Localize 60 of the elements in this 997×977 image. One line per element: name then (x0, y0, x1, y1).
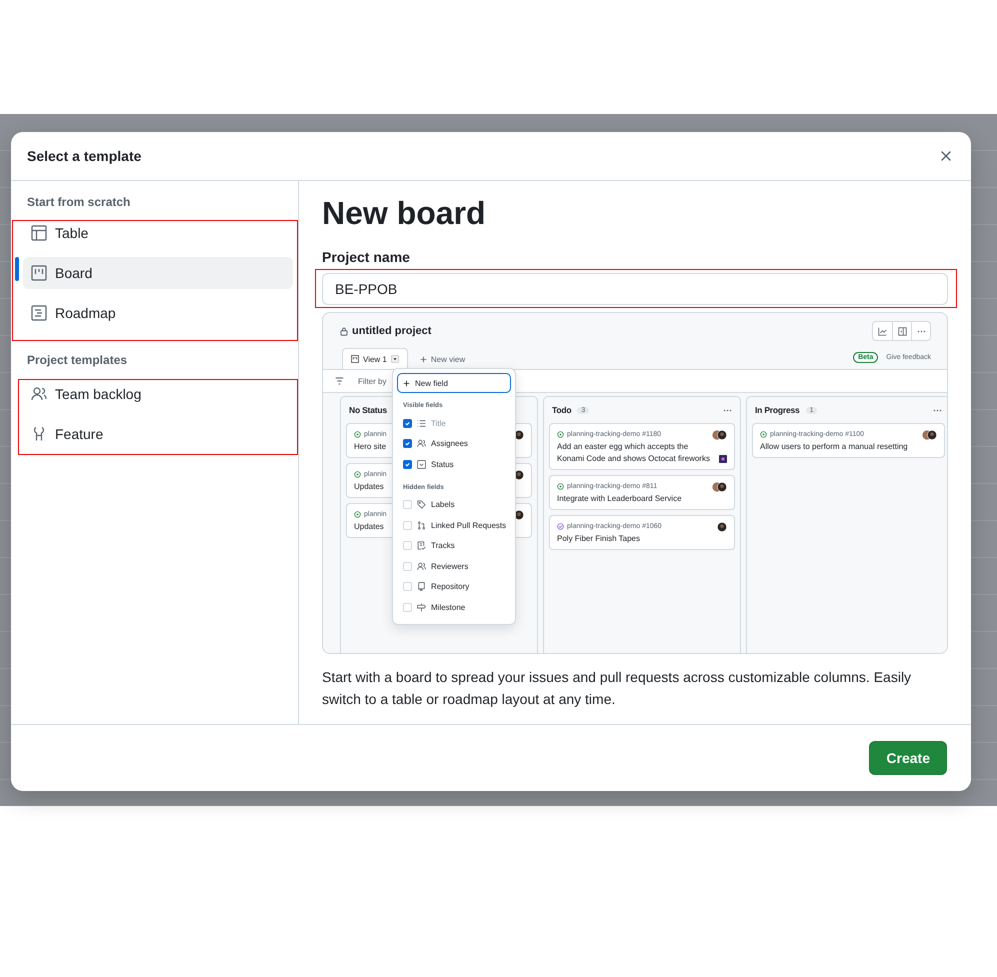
section-heading: Start from scratch (26, 195, 132, 211)
sidebar-item[interactable]: Roadmap (23, 297, 293, 329)
lock-icon (340, 326, 348, 336)
field-option[interactable]: Status (431, 460, 454, 469)
issue-title: Updates (354, 521, 384, 533)
pull-request-icon (417, 520, 426, 530)
list-icon (417, 418, 426, 428)
new-view-button[interactable]: New view (416, 349, 470, 369)
table-icon (31, 225, 47, 241)
field-option[interactable]: Assignees (431, 439, 468, 448)
create-button[interactable]: Create (869, 741, 947, 775)
field-option[interactable]: Reviewers (431, 562, 468, 571)
selection-indicator (15, 257, 19, 281)
issue-title: Add an easter egg which accepts the Konami Code and shows Octocat fireworks (557, 441, 711, 465)
project-title: untitled project (352, 325, 432, 337)
people-icon (417, 562, 426, 571)
wrench-icon (31, 426, 47, 442)
field-option[interactable]: Repository (431, 582, 470, 592)
field-option[interactable]: Tracks (431, 541, 455, 550)
view-tab[interactable]: View 1 (342, 348, 408, 369)
board-icon (351, 355, 359, 363)
issue-title: Poly Fiber Finish Tapes (557, 533, 640, 545)
column-title: In Progress (755, 405, 800, 415)
template-description: Start with a board to spread your issues and pull requests across customizable columns. Easily switch to a table or roadmap layout at any time. (322, 668, 912, 709)
filter-icon (335, 377, 344, 385)
plus-icon (403, 380, 410, 386)
column-title: Todo (552, 405, 572, 415)
people-icon (417, 439, 426, 448)
column-title: No Status (349, 405, 387, 415)
tag-icon (417, 500, 426, 510)
field-label: Project name (322, 248, 411, 266)
project-name-field[interactable]: BE-PPOB (322, 273, 948, 305)
section-heading: Project templates (26, 353, 128, 369)
roadmap-icon (31, 305, 47, 321)
sidebar-item[interactable]: Table (23, 217, 293, 249)
new-field-field[interactable]: New field (397, 373, 511, 393)
field-option[interactable]: Labels (431, 500, 455, 510)
sidebar-item[interactable]: Board (23, 257, 293, 289)
more-icon[interactable] (933, 408, 942, 412)
issue-title: Updates (354, 481, 384, 493)
more-icon[interactable] (723, 408, 732, 412)
sidebar-item[interactable]: Feature (23, 418, 293, 450)
dropdown-icon (417, 460, 426, 469)
field-option[interactable]: Milestone (431, 602, 466, 612)
checklist-icon (417, 541, 426, 550)
sidebar-item[interactable]: Team backlog (23, 378, 293, 410)
field-option[interactable]: Linked Pull Requests (431, 520, 506, 530)
board-icon (31, 265, 47, 281)
checkbox[interactable] (403, 460, 412, 469)
dialog-title: Select a template (27, 148, 142, 164)
issue-title: Hero site (354, 441, 386, 453)
caret-icon (390, 355, 399, 363)
template-heading: New board (322, 194, 487, 233)
signpost-icon (417, 602, 426, 612)
checkbox[interactable] (403, 439, 412, 448)
issue-title: Integrate with Leaderboard Service (557, 493, 682, 505)
people-icon (31, 386, 47, 402)
plus-icon (420, 356, 427, 362)
issue-title: Allow users to perform a manual resetting (760, 441, 908, 453)
repo-icon (417, 582, 426, 592)
